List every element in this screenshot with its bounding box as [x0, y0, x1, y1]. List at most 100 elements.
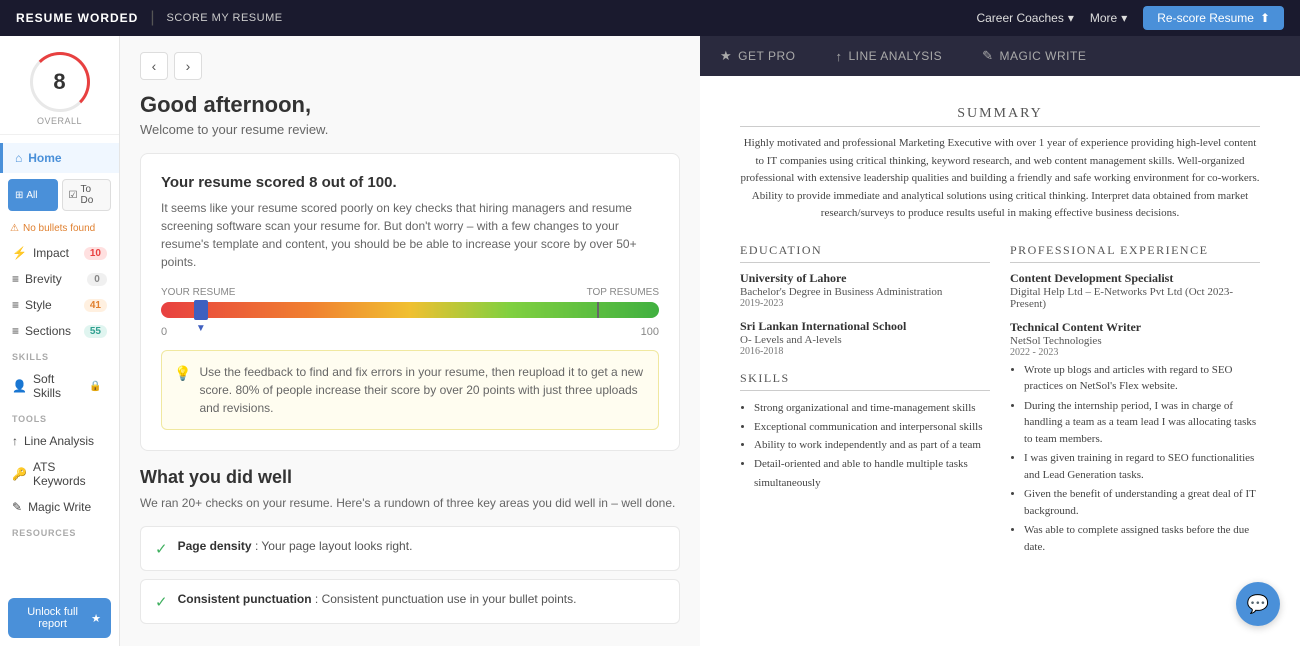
score-number: 8 — [53, 69, 65, 95]
progress-labels: YOUR RESUME TOP RESUMES — [161, 287, 659, 298]
soft-skills-lock-icon: 🔒 — [83, 380, 107, 393]
tab-line-analysis[interactable]: ↑ LINE ANALYSIS — [815, 36, 962, 76]
style-badge: 41 — [84, 299, 107, 312]
sections-icon: ≡ — [12, 324, 19, 338]
school-name-1: Sri Lankan International School — [740, 319, 990, 334]
edu-entry-0: University of Lahore Bachelor's Degree i… — [740, 271, 990, 309]
impact-badge: 10 — [84, 247, 107, 260]
sections-badge: 55 — [84, 325, 107, 338]
summary-text: Highly motivated and professional Market… — [740, 135, 1260, 223]
sidebar-navigation: ⌂ Home ⊞ All ☑ To Do ⚠ No bullets found — [0, 135, 119, 550]
edu-dates-0: 2019-2023 — [740, 298, 990, 309]
line-tab-icon: ↑ — [835, 49, 842, 64]
check-item-punctuation: ✓ Consistent punctuation : Consistent pu… — [140, 579, 680, 624]
resume-two-column: EDUCATION University of Lahore Bachelor'… — [740, 243, 1260, 566]
tab-magic-write[interactable]: ✎ MAGIC WRITE — [962, 36, 1106, 76]
skill-1: Exceptional communication and interperso… — [754, 418, 990, 437]
sidebar-warning: ⚠ No bullets found — [0, 217, 119, 240]
check-icon-2: ✓ — [155, 593, 168, 611]
exp-bullets-1: Wrote up blogs and articles with regard … — [1010, 362, 1260, 556]
progress-end: 100 — [641, 326, 659, 338]
unlock-full-report-button[interactable]: Unlock full report ★ — [8, 598, 111, 638]
prev-arrow-button[interactable]: ‹ — [140, 52, 168, 80]
nav-divider: | — [150, 9, 154, 27]
tab-todo[interactable]: ☑ To Do — [62, 179, 112, 211]
exp-entry-0: Content Development Specialist Digital H… — [1010, 271, 1260, 310]
skills-list: Strong organizational and time-managemen… — [740, 399, 990, 492]
rescore-resume-button[interactable]: Re-score Resume ⬆ — [1143, 6, 1284, 30]
chat-icon: 💬 — [1247, 594, 1269, 615]
sidebar-item-sections[interactable]: ≡ Sections 55 — [0, 318, 119, 344]
skill-0: Strong organizational and time-managemen… — [754, 399, 990, 418]
school-name-0: University of Lahore — [740, 271, 990, 286]
progress-numbers: 0 100 — [161, 326, 659, 338]
edu-dates-1: 2016-2018 — [740, 346, 990, 357]
sidebar: 8 OVERALL ⌂ Home ⊞ All ☑ To Do ⚠ N — [0, 36, 120, 646]
navigation-arrows: ‹ › — [140, 52, 680, 80]
lightbulb-icon: 💡 — [174, 363, 191, 417]
score-card-title: Your resume scored 8 out of 100. — [161, 174, 659, 191]
tip-text: Use the feedback to find and fix errors … — [199, 363, 646, 417]
tab-all[interactable]: ⊞ All — [8, 179, 58, 211]
nav-right: Career Coaches ▾ More ▾ Re-score Resume … — [976, 6, 1284, 30]
summary-section-title: SUMMARY — [740, 106, 1260, 127]
score-overall-label: OVERALL — [8, 116, 111, 126]
sidebar-item-style[interactable]: ≡ Style 41 — [0, 292, 119, 318]
exp-dates-1: 2022 - 2023 — [1010, 347, 1260, 358]
score-marker — [194, 300, 208, 320]
edu-entry-1: Sri Lankan International School O- Level… — [740, 319, 990, 357]
sidebar-item-soft-skills[interactable]: 👤 Soft Skills 🔒 — [0, 366, 119, 406]
impact-icon: ⚡ — [12, 246, 27, 260]
resume-tabs-bar: ★ GET PRO ↑ LINE ANALYSIS ✎ MAGIC WRITE — [700, 36, 1300, 76]
next-arrow-button[interactable]: › — [174, 52, 202, 80]
todo-icon: ☑ — [69, 190, 78, 201]
sidebar-item-home[interactable]: ⌂ Home — [0, 143, 119, 173]
star-tab-icon: ★ — [720, 48, 732, 64]
tab-get-pro[interactable]: ★ GET PRO — [700, 36, 815, 76]
more-menu[interactable]: More ▾ — [1090, 11, 1127, 25]
welcome-text: Welcome to your resume review. — [140, 122, 680, 137]
style-icon: ≡ — [12, 298, 19, 312]
education-column: EDUCATION University of Lahore Bachelor'… — [740, 243, 990, 566]
warning-icon: ⚠ — [10, 223, 19, 234]
resources-section-label: RESOURCES — [0, 520, 119, 542]
main-wrapper: ‹ › Good afternoon, Welcome to your resu… — [120, 36, 1300, 646]
chevron-down-icon: ▾ — [1121, 11, 1127, 25]
chat-bubble-button[interactable]: 💬 — [1236, 582, 1280, 626]
sidebar-item-brevity[interactable]: ≡ Brevity 0 — [0, 266, 119, 292]
page-density-label: Page density — [178, 539, 252, 553]
brevity-badge: 0 — [87, 273, 107, 286]
sidebar-item-ats-keywords[interactable]: 🔑 ATS Keywords — [0, 454, 119, 494]
top-resumes-label: TOP RESUMES — [587, 287, 659, 298]
exp-title-0: Content Development Specialist — [1010, 271, 1260, 286]
greeting-heading: Good afternoon, — [140, 92, 680, 118]
skill-3: Detail-oriented and able to handle multi… — [754, 455, 990, 492]
line-analysis-icon: ↑ — [12, 434, 18, 448]
punctuation-desc: Consistent punctuation use in your bulle… — [322, 592, 577, 606]
score-my-resume-link[interactable]: SCORE MY RESUME — [167, 12, 283, 24]
bullet-3: Given the benefit of understanding a gre… — [1024, 486, 1260, 519]
bullet-4: Was able to complete assigned tasks befo… — [1024, 522, 1260, 555]
resume-document: SUMMARY Highly motivated and professiona… — [700, 76, 1300, 646]
progress-bar-track — [161, 302, 659, 318]
check-item-page-density: ✓ Page density : Your page layout looks … — [140, 526, 680, 571]
grid-icon: ⊞ — [15, 190, 23, 201]
check-icon: ✓ — [155, 540, 168, 558]
home-icon: ⌂ — [15, 151, 22, 165]
tip-box: 💡 Use the feedback to find and fix error… — [161, 350, 659, 430]
experience-column: PROFESSIONAL EXPERIENCE Content Developm… — [1010, 243, 1260, 566]
score-card: Your resume scored 8 out of 100. It seem… — [140, 153, 680, 451]
punctuation-sep: : — [315, 592, 322, 606]
progress-start: 0 — [161, 326, 167, 338]
star-icon: ★ — [91, 612, 101, 625]
ats-icon: 🔑 — [12, 467, 27, 481]
top-navigation: RESUME WORDED | SCORE MY RESUME Career C… — [0, 0, 1300, 36]
career-coaches-menu[interactable]: Career Coaches ▾ — [976, 11, 1073, 25]
your-resume-label: YOUR RESUME — [161, 287, 235, 298]
skill-2: Ability to work independently and as par… — [754, 436, 990, 455]
education-title: EDUCATION — [740, 243, 990, 263]
sidebar-item-line-analysis[interactable]: ↑ Line Analysis — [0, 428, 119, 454]
sidebar-item-magic-write[interactable]: ✎ Magic Write — [0, 494, 119, 520]
exp-title-1: Technical Content Writer — [1010, 320, 1260, 335]
sidebar-item-impact[interactable]: ⚡ Impact 10 — [0, 240, 119, 266]
